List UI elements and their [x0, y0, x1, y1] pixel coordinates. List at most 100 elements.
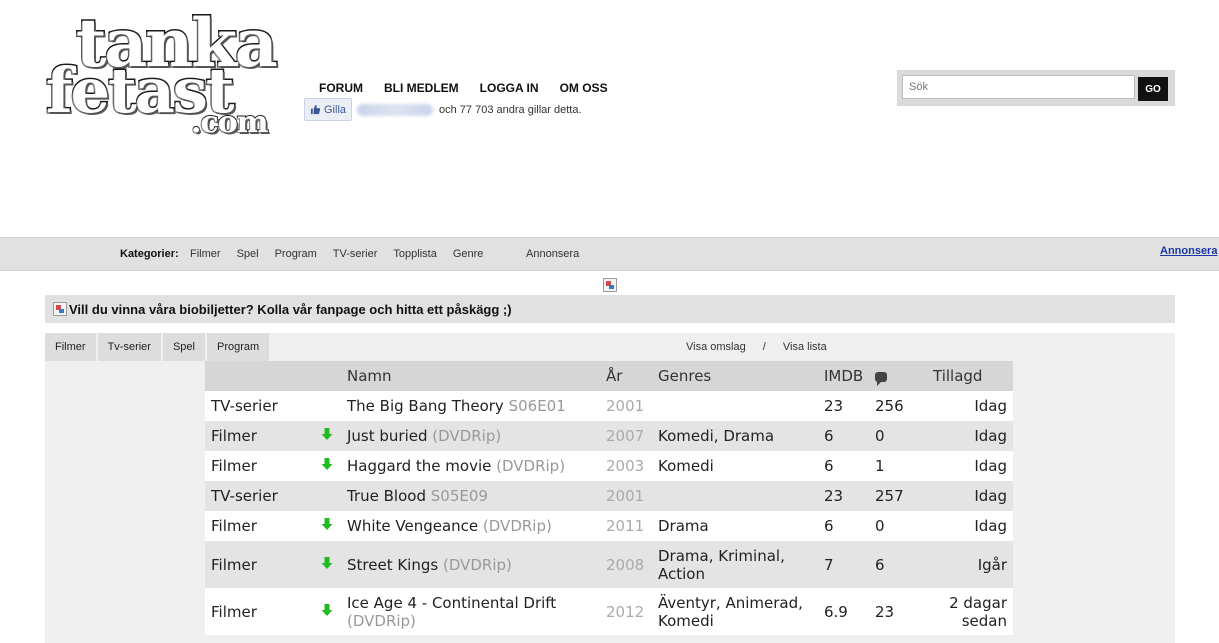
row-title-link[interactable]: White Vengeance [347, 517, 478, 535]
table-row[interactable]: Filmer Ice Age 4 - Continental Drift (DVD… [205, 588, 1013, 635]
search-go-button[interactable]: GO [1138, 77, 1168, 101]
row-added: Idag [927, 481, 1013, 511]
header-year[interactable]: År [600, 361, 652, 391]
broken-image-icon [53, 302, 67, 316]
nav-om-oss[interactable]: OM OSS [560, 81, 608, 95]
row-category[interactable]: TV-serier [205, 391, 313, 421]
download-cell [313, 541, 341, 588]
comment-bubble-icon [875, 372, 887, 386]
row-category[interactable]: Filmer [205, 421, 313, 451]
row-comments[interactable]: 257 [869, 481, 927, 511]
row-added: Idag [927, 421, 1013, 451]
search-input[interactable] [902, 75, 1135, 99]
download-arrow-icon[interactable] [320, 517, 334, 531]
row-imdb: 7 [818, 541, 869, 588]
nav-bli-medlem[interactable]: BLI MEDLEM [384, 81, 459, 95]
tab-tv-serier[interactable]: Tv-serier [97, 333, 161, 361]
download-cell [313, 511, 341, 541]
header-comments[interactable] [869, 361, 927, 391]
table-row[interactable]: Filmer White Vengeance (DVDRip) 2011 Drama 6… [205, 511, 1013, 541]
row-title-link[interactable]: True Blood [347, 487, 426, 505]
download-arrow-icon[interactable] [320, 603, 334, 617]
like-button[interactable]: Gilla [304, 98, 353, 121]
row-release-tag: S05E09 [430, 487, 488, 505]
category-genre[interactable]: Genre [453, 248, 484, 260]
row-category[interactable]: Filmer [205, 511, 313, 541]
download-arrow-icon[interactable] [320, 556, 334, 570]
category-spel[interactable]: Spel [237, 248, 259, 260]
row-genres: Drama [652, 511, 818, 541]
category-program[interactable]: Program [275, 248, 317, 260]
category-filmer[interactable]: Filmer [190, 248, 221, 260]
header-genres[interactable]: Genres [652, 361, 818, 391]
row-category[interactable]: Filmer [205, 541, 313, 588]
header-name[interactable]: Namn [341, 361, 600, 391]
table-row[interactable]: Filmer Just buried (DVDRip) 2007 Komedi, Dr… [205, 421, 1013, 451]
row-category[interactable]: Filmer [205, 451, 313, 481]
row-title-link[interactable]: Street Kings [347, 556, 438, 574]
content-area: Filmer Tv-serier Spel Program Visa omsla… [45, 333, 1175, 643]
row-comments[interactable]: 6 [869, 541, 927, 588]
row-year: 2003 [600, 451, 652, 481]
table-header-row: Namn År Genres IMDB Tillagd [205, 361, 1013, 391]
view-separator: / [762, 341, 766, 353]
row-genres: Komedi, Drama [652, 421, 818, 451]
download-arrow-icon[interactable] [320, 457, 334, 471]
row-genres: Komedi [652, 451, 818, 481]
table-row[interactable]: TV-serier The Big Bang Theory S06E01 2001 2… [205, 391, 1013, 421]
category-topplista[interactable]: Topplista [393, 248, 436, 260]
row-comments[interactable]: 1 [869, 451, 927, 481]
row-added: 2 dagar sedan [927, 588, 1013, 635]
row-comments[interactable]: 23 [869, 588, 927, 635]
category-tv-serier[interactable]: TV-serier [333, 248, 378, 260]
download-arrow-icon[interactable] [320, 427, 334, 441]
like-count-text: och 77 703 andra gillar detta. [439, 103, 582, 116]
row-category[interactable]: TV-serier [205, 481, 313, 511]
tab-spel[interactable]: Spel [162, 333, 205, 361]
row-category[interactable]: Filmer [205, 588, 313, 635]
annonsera-ad-link[interactable]: Annonsera [1160, 245, 1217, 257]
row-release-tag: (DVDRip) [496, 457, 566, 475]
row-year: 2001 [600, 391, 652, 421]
row-imdb: 23 [818, 481, 869, 511]
view-cover-link[interactable]: Visa omslag [686, 341, 746, 353]
view-list-link[interactable]: Visa lista [783, 341, 827, 353]
row-title-cell: True Blood S05E09 [341, 481, 600, 511]
broken-image-icon [603, 278, 617, 292]
promo-banner-text: Vill du vinna våra biobiljetter? Kolla v… [69, 301, 512, 317]
row-title-cell: Haggard the movie (DVDRip) [341, 451, 600, 481]
row-title-cell: Street Kings (DVDRip) [341, 541, 600, 588]
row-title-link[interactable]: Haggard the movie [347, 457, 491, 475]
thumbs-up-icon [310, 104, 321, 115]
category-links: Filmer Spel Program TV-serier Topplista … [190, 248, 483, 260]
row-comments[interactable]: 0 [869, 511, 927, 541]
download-cell [313, 421, 341, 451]
table-row[interactable]: Filmer Street Kings (DVDRip) 2008 Drama, Kr… [205, 541, 1013, 588]
row-title-cell: White Vengeance (DVDRip) [341, 511, 600, 541]
row-release-tag: S06E01 [508, 397, 566, 415]
table-row[interactable]: Filmer Haggard the movie (DVDRip) 2003 Kome… [205, 451, 1013, 481]
annonsera-link[interactable]: Annonsera [526, 248, 579, 260]
nav-logga-in[interactable]: LOGGA IN [480, 81, 539, 95]
row-added: Igår [927, 541, 1013, 588]
tab-program[interactable]: Program [206, 333, 270, 361]
row-title-link[interactable]: Ice Age 4 - Continental Drift [347, 594, 556, 612]
row-comments[interactable]: 256 [869, 391, 927, 421]
row-comments[interactable]: 0 [869, 421, 927, 451]
like-button-label: Gilla [324, 103, 347, 116]
site-logo[interactable]: tanka fetast .com [44, 8, 300, 146]
nav-forum[interactable]: FORUM [319, 81, 363, 95]
download-cell [313, 588, 341, 635]
promo-banner[interactable]: Vill du vinna våra biobiljetter? Kolla v… [45, 295, 1175, 323]
facebook-like-row: Gilla och 77 703 andra gillar detta. [304, 98, 582, 121]
header-imdb[interactable]: IMDB [818, 361, 869, 391]
blurred-friend-name [357, 103, 434, 116]
row-year: 2001 [600, 481, 652, 511]
row-title-link[interactable]: Just buried [347, 427, 428, 445]
tab-filmer[interactable]: Filmer [45, 333, 96, 361]
row-genres [652, 481, 818, 511]
table-row[interactable]: TV-serier True Blood S05E09 2001 23 257 Idag [205, 481, 1013, 511]
row-title-link[interactable]: The Big Bang Theory [347, 397, 504, 415]
row-imdb: 6 [818, 451, 869, 481]
header-added[interactable]: Tillagd [927, 361, 1013, 391]
